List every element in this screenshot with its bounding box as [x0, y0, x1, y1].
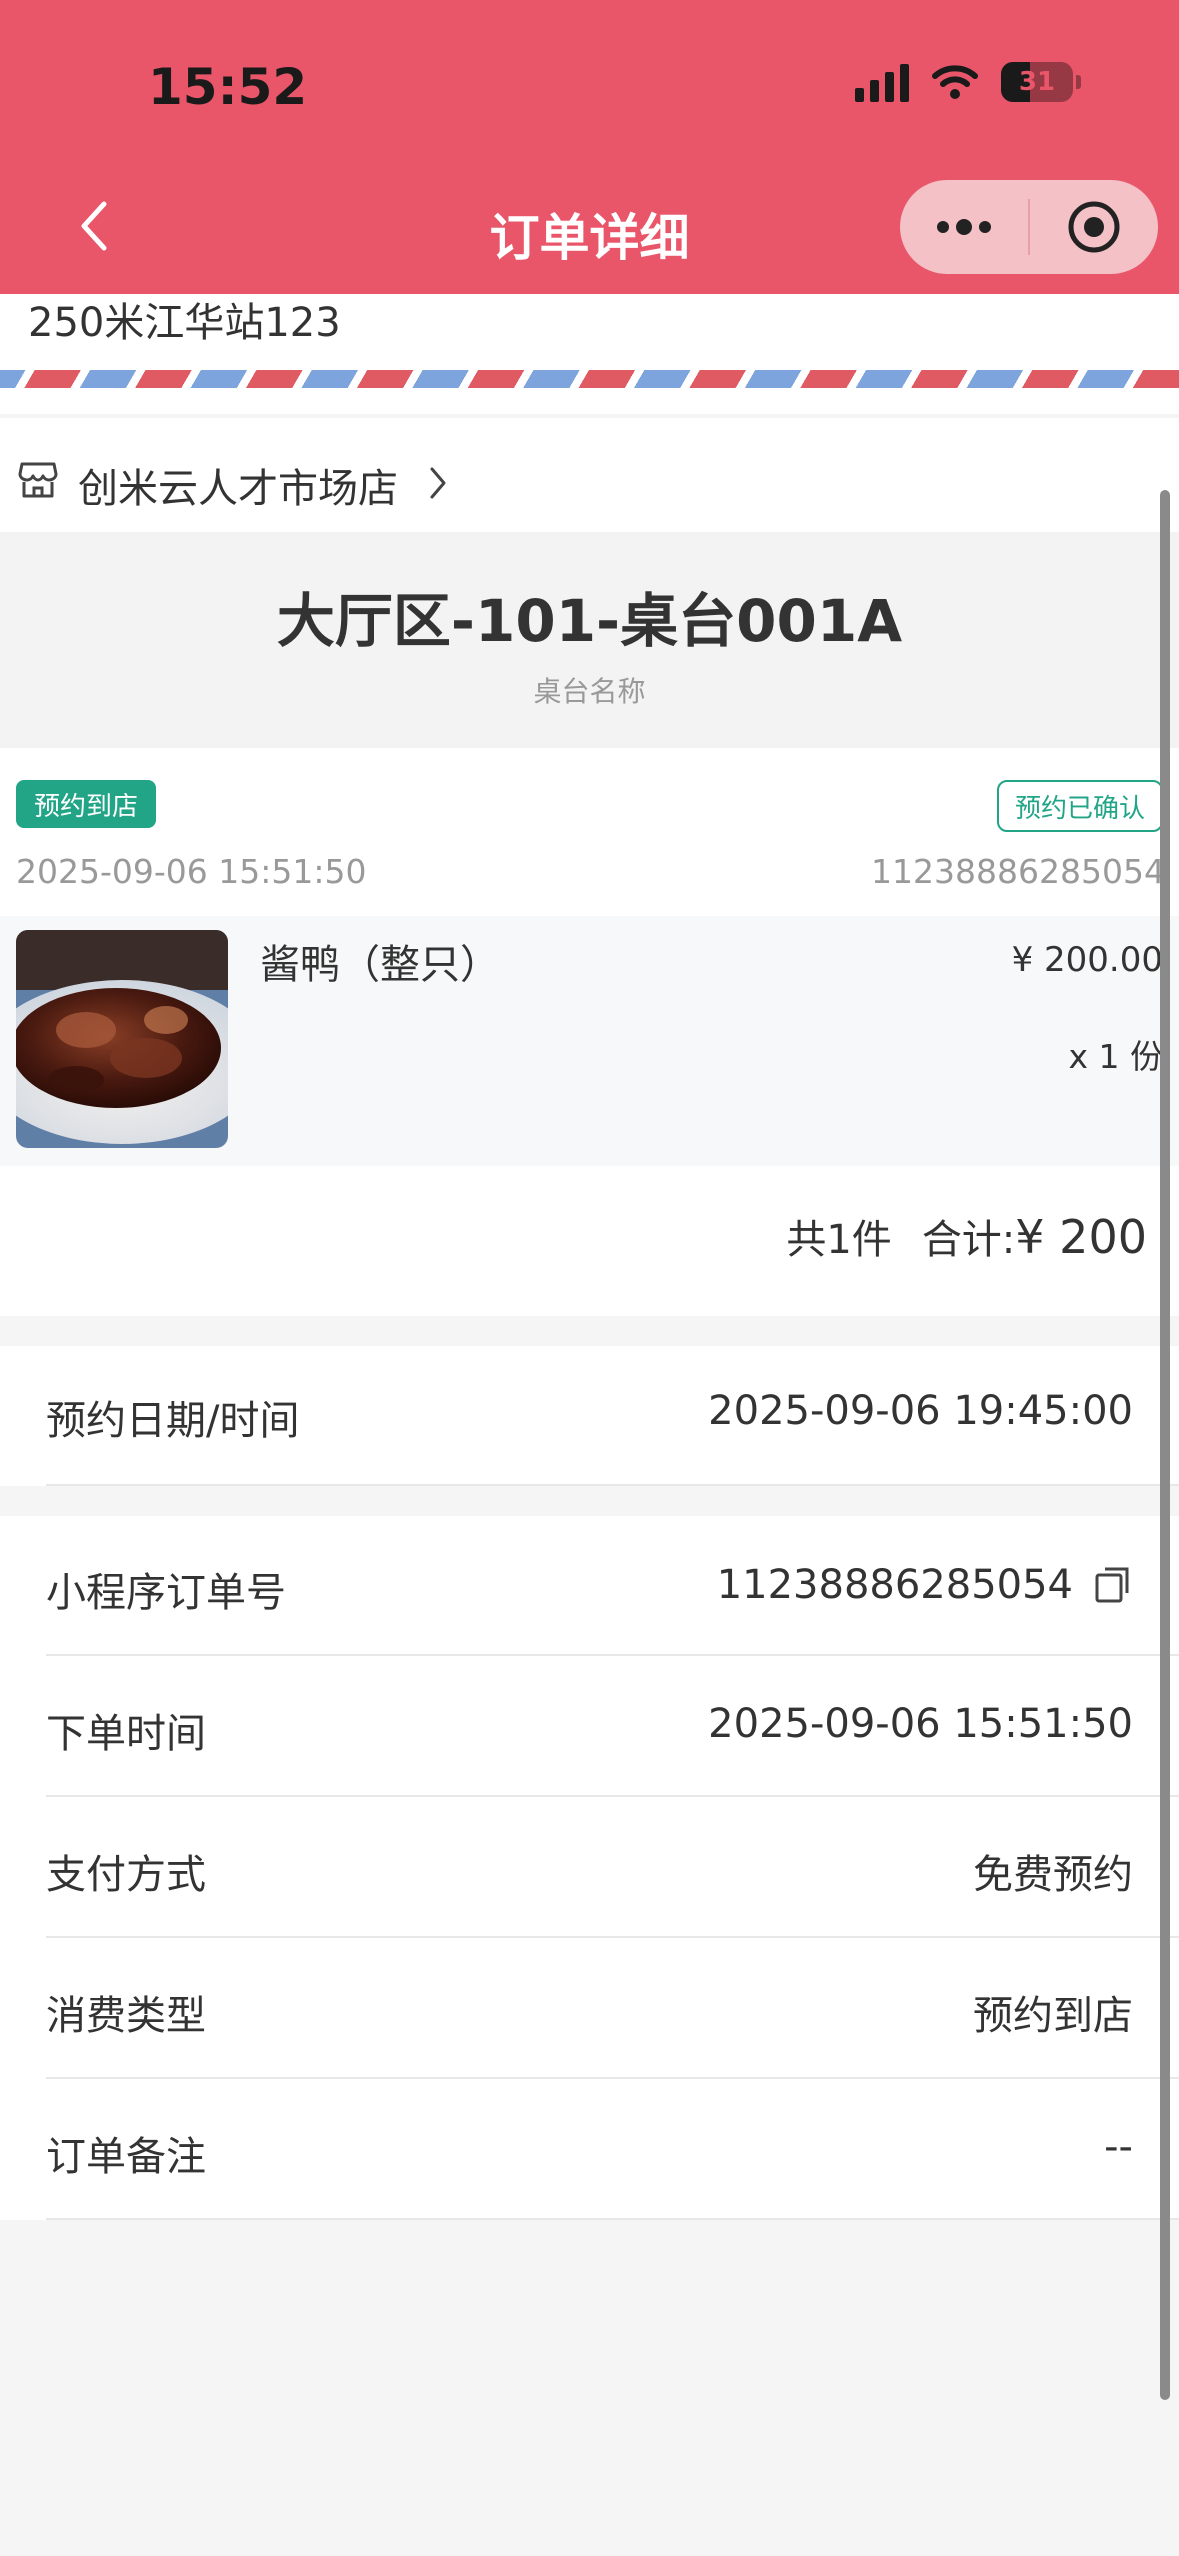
total-label: 合计: — [921, 1217, 1016, 1263]
divider — [46, 1484, 1179, 1486]
order-number: 11238886285054 — [871, 852, 1165, 891]
close-button[interactable] — [1030, 180, 1158, 274]
store-icon — [18, 462, 58, 498]
total-amount: ¥ 200 — [1015, 1210, 1147, 1264]
total-count: 共1件 — [786, 1217, 892, 1263]
order-time: 2025-09-06 15:51:50 — [16, 852, 367, 891]
chevron-right-icon — [430, 467, 446, 499]
battery-level: 31 — [1018, 67, 1056, 97]
scrollbar[interactable] — [1160, 490, 1170, 2400]
mini-order-number-label: 小程序订单号 — [46, 1570, 286, 1616]
item-name: 酱鸭（整只） — [260, 942, 500, 988]
order-total: 共1件 合计:¥ 200 — [786, 1207, 1147, 1265]
status-time: 15:52 — [148, 58, 308, 116]
item-quantity: x 1 份 — [1068, 1037, 1163, 1076]
order-time-label: 下单时间 — [46, 1711, 206, 1757]
consumption-type-value: 预约到店 — [973, 1993, 1133, 2039]
consumption-type-label: 消费类型 — [46, 1993, 206, 2039]
more-button[interactable] — [900, 180, 1028, 274]
order-time-value: 2025-09-06 15:51:50 — [708, 1701, 1133, 1747]
order-status-badge: 预约已确认 — [996, 780, 1163, 832]
booking-value: 2025-09-06 19:45:00 — [708, 1388, 1133, 1434]
battery-icon: 31 — [1001, 62, 1081, 102]
booking-label: 预约日期/时间 — [46, 1398, 300, 1444]
store-name[interactable]: 创米云人才市场店 — [78, 456, 398, 514]
airmail-border — [0, 370, 1179, 388]
table-name: 大厅区-101-桌台001A — [276, 587, 903, 655]
divider — [46, 1936, 1179, 1938]
item-price: ¥ 200.00 — [1011, 940, 1163, 980]
copy-icon[interactable] — [1093, 1565, 1133, 1605]
wifi-icon — [932, 65, 978, 99]
divider — [46, 2218, 1179, 2220]
target-close-icon — [1068, 201, 1120, 253]
more-dots-icon — [937, 219, 991, 235]
mini-order-number-row: 11238886285054 — [717, 1562, 1133, 1608]
order-type-badge: 预约到店 — [16, 780, 157, 828]
address-text: 250米江华站123 — [28, 300, 341, 346]
order-note-label: 订单备注 — [46, 2134, 206, 2180]
divider — [46, 1795, 1179, 1797]
order-note-value: -- — [1104, 2124, 1133, 2170]
signal-icon — [855, 62, 909, 102]
item-image — [16, 930, 228, 1148]
table-label: 桌台名称 — [533, 675, 646, 708]
mini-order-number-value: 11238886285054 — [716, 1562, 1073, 1608]
divider — [46, 2077, 1179, 2079]
divider — [46, 1654, 1179, 1656]
mini-program-capsule — [900, 180, 1158, 274]
payment-method-label: 支付方式 — [46, 1852, 206, 1898]
status-icons: 31 — [855, 62, 1081, 102]
payment-method-value: 免费预约 — [973, 1852, 1133, 1898]
